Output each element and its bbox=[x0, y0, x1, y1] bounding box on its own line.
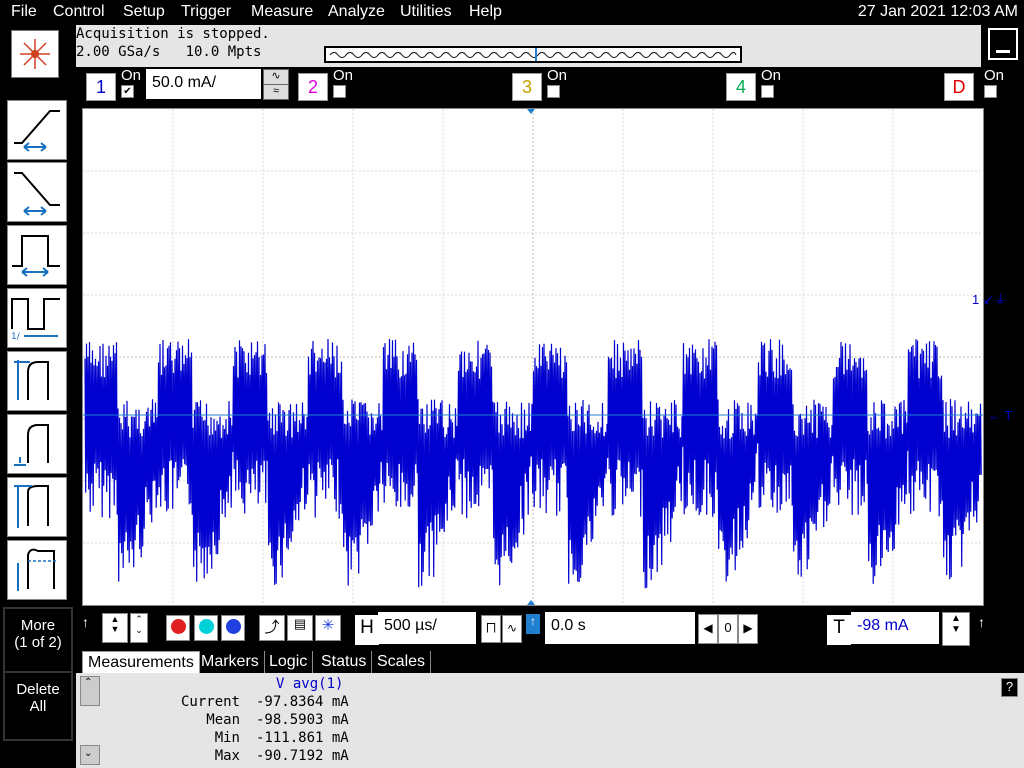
measurement-panel: ⌃ ⌄ V avg(1) Current -97.8364 mA Mean -9… bbox=[76, 673, 1024, 768]
scroll-down-icon[interactable]: ⌄ bbox=[80, 745, 100, 765]
clear-display-icon[interactable]: ✳ bbox=[315, 615, 341, 641]
delay-field[interactable]: 0.0 s bbox=[545, 612, 695, 644]
stop-icon[interactable] bbox=[166, 615, 190, 641]
delay-reference-icon[interactable]: ↑ bbox=[526, 614, 540, 634]
run-icon[interactable] bbox=[221, 615, 245, 641]
control-bar: ↑ ▲ ▼ ⌃ ⌄ ⤴ ▤ ✳ H 500 µs/ ⨅ ∿ ↑ 0.0 s ◀ 0 … bbox=[76, 608, 1024, 648]
tab-bar: Measurements Markers Logic Status Scales bbox=[76, 649, 1024, 674]
scroll-up-icon[interactable]: ⌃ bbox=[80, 676, 100, 706]
channel-2-button[interactable]: 2 bbox=[298, 73, 328, 101]
measurement-toolbar: 1/ More (1 of 2) Delete All bbox=[0, 94, 73, 766]
trigger-level-field[interactable]: -98 mA bbox=[851, 612, 939, 644]
minimize-button[interactable] bbox=[988, 28, 1018, 60]
tab-logic[interactable]: Logic bbox=[264, 651, 314, 673]
help-icon[interactable]: ? bbox=[1001, 678, 1018, 697]
memory-timeline[interactable] bbox=[324, 46, 742, 63]
zoom-icon[interactable]: ∿ bbox=[502, 615, 522, 643]
top-icon[interactable] bbox=[7, 477, 67, 537]
tab-scales[interactable]: Scales bbox=[372, 651, 432, 673]
sample-rate: 2.00 GSa/s 10.0 Mpts bbox=[76, 44, 262, 60]
trigger-button[interactable]: T bbox=[825, 613, 853, 647]
measurement-value-current: -97.8364 mA bbox=[256, 694, 349, 710]
horizontal-button[interactable]: H bbox=[353, 613, 381, 647]
menu-setup[interactable]: Setup bbox=[123, 3, 165, 21]
single-icon[interactable] bbox=[194, 615, 218, 641]
waveform-display[interactable] bbox=[82, 108, 984, 606]
menu-bar: File Control Setup Trigger Measure Analy… bbox=[0, 0, 1024, 24]
channel-2-on-label: On bbox=[333, 67, 354, 84]
trigger-level-stepper[interactable]: ▲ ▼ bbox=[942, 612, 970, 646]
channel-row: 1 On ✔ 50.0 mA/ ∿ ≈ 2 On 3 On 4 On D On bbox=[76, 67, 1016, 104]
measurement-label-min: Min bbox=[214, 730, 240, 746]
default-setup-icon[interactable]: ▤ bbox=[287, 615, 313, 641]
fine-coarse-icon[interactable]: ⨅ bbox=[481, 615, 501, 643]
trigger-level-marker: ← T bbox=[988, 408, 1013, 423]
digital-channel-button[interactable]: D bbox=[944, 73, 974, 101]
measurement-value-max: -90.7192 mA bbox=[256, 748, 349, 764]
menu-trigger[interactable]: Trigger bbox=[181, 3, 231, 21]
amplitude-icon[interactable] bbox=[7, 414, 67, 474]
menu-measure[interactable]: Measure bbox=[251, 3, 313, 21]
more-button[interactable]: More (1 of 2) bbox=[3, 607, 73, 677]
measurement-value-mean: -98.5903 mA bbox=[256, 712, 349, 728]
tab-markers[interactable]: Markers bbox=[196, 651, 265, 673]
channel-3-on-label: On bbox=[547, 67, 568, 84]
minimize-icon bbox=[996, 50, 1010, 53]
pulse-width-icon[interactable] bbox=[7, 225, 67, 285]
up-arrow-icon[interactable]: ↑ bbox=[82, 614, 89, 630]
rise-time-icon[interactable] bbox=[7, 351, 67, 411]
measurement-title: V avg(1) bbox=[276, 676, 344, 692]
digital-on-checkbox[interactable] bbox=[984, 85, 997, 98]
menu-utilities[interactable]: Utilities bbox=[400, 3, 452, 21]
graticule bbox=[83, 109, 983, 605]
tab-status[interactable]: Status bbox=[316, 651, 373, 673]
keysight-logo-icon[interactable] bbox=[11, 30, 59, 78]
channel-3-button[interactable]: 3 bbox=[512, 73, 542, 101]
delay-zero-button[interactable]: 0 bbox=[718, 614, 738, 644]
delay-marker bbox=[527, 600, 535, 605]
datetime: 27 Jan 2021 12:03 AM bbox=[857, 3, 1018, 20]
measurement-label-max: Max bbox=[214, 748, 240, 764]
scroll-up-down-icon[interactable]: ▲ ▼ bbox=[102, 613, 128, 643]
rising-edge-icon[interactable] bbox=[7, 100, 67, 160]
channel-1-ground-marker: 1 ↙⏚ bbox=[972, 292, 1007, 307]
menu-analyze[interactable]: Analyze bbox=[328, 3, 385, 21]
dc-coupling-icon[interactable]: ≈ bbox=[263, 84, 289, 100]
overshoot-icon[interactable] bbox=[7, 540, 67, 600]
channel-3-on-checkbox[interactable] bbox=[547, 85, 560, 98]
measurement-value-min: -111.861 mA bbox=[256, 730, 349, 746]
horizontal-scale-field[interactable]: 500 µs/ bbox=[378, 612, 476, 644]
channel-2-on-checkbox[interactable] bbox=[333, 85, 346, 98]
channel-1-scale-field[interactable]: 50.0 mA/ bbox=[146, 69, 261, 99]
delay-right-icon[interactable]: ▶ bbox=[738, 614, 758, 644]
menu-control[interactable]: Control bbox=[53, 3, 105, 21]
period-icon[interactable]: 1/ bbox=[7, 288, 67, 348]
channel-4-button[interactable]: 4 bbox=[726, 73, 756, 101]
delete-all-button[interactable]: Delete All bbox=[3, 671, 73, 741]
measurement-label-current: Current bbox=[180, 694, 240, 710]
channel-1-on-checkbox[interactable]: ✔ bbox=[121, 85, 134, 98]
menu-help[interactable]: Help bbox=[469, 3, 502, 21]
ac-coupling-icon[interactable]: ∿ bbox=[263, 69, 289, 85]
channel-4-on-checkbox[interactable] bbox=[761, 85, 774, 98]
delay-left-icon[interactable]: ◀ bbox=[698, 614, 718, 644]
channel-1-button[interactable]: 1 bbox=[86, 73, 116, 101]
acquisition-status: Acquisition is stopped. bbox=[76, 26, 270, 42]
trigger-slope-icon[interactable]: ↑ bbox=[978, 614, 985, 630]
digital-on-label: On bbox=[984, 67, 1005, 84]
measurement-label-mean: Mean bbox=[206, 712, 240, 728]
channel-4-on-label: On bbox=[761, 67, 782, 84]
menu-file[interactable]: File bbox=[11, 3, 37, 21]
falling-edge-icon[interactable] bbox=[7, 162, 67, 222]
tab-measurements[interactable]: Measurements bbox=[82, 651, 200, 674]
chevron-down-icon[interactable]: ⌃ ⌄ bbox=[130, 613, 148, 643]
channel-1-on-label: On bbox=[121, 67, 142, 84]
svg-text:1/: 1/ bbox=[11, 332, 21, 342]
autoscale-icon[interactable]: ⤴ bbox=[259, 615, 285, 641]
trigger-position-marker bbox=[527, 109, 535, 114]
